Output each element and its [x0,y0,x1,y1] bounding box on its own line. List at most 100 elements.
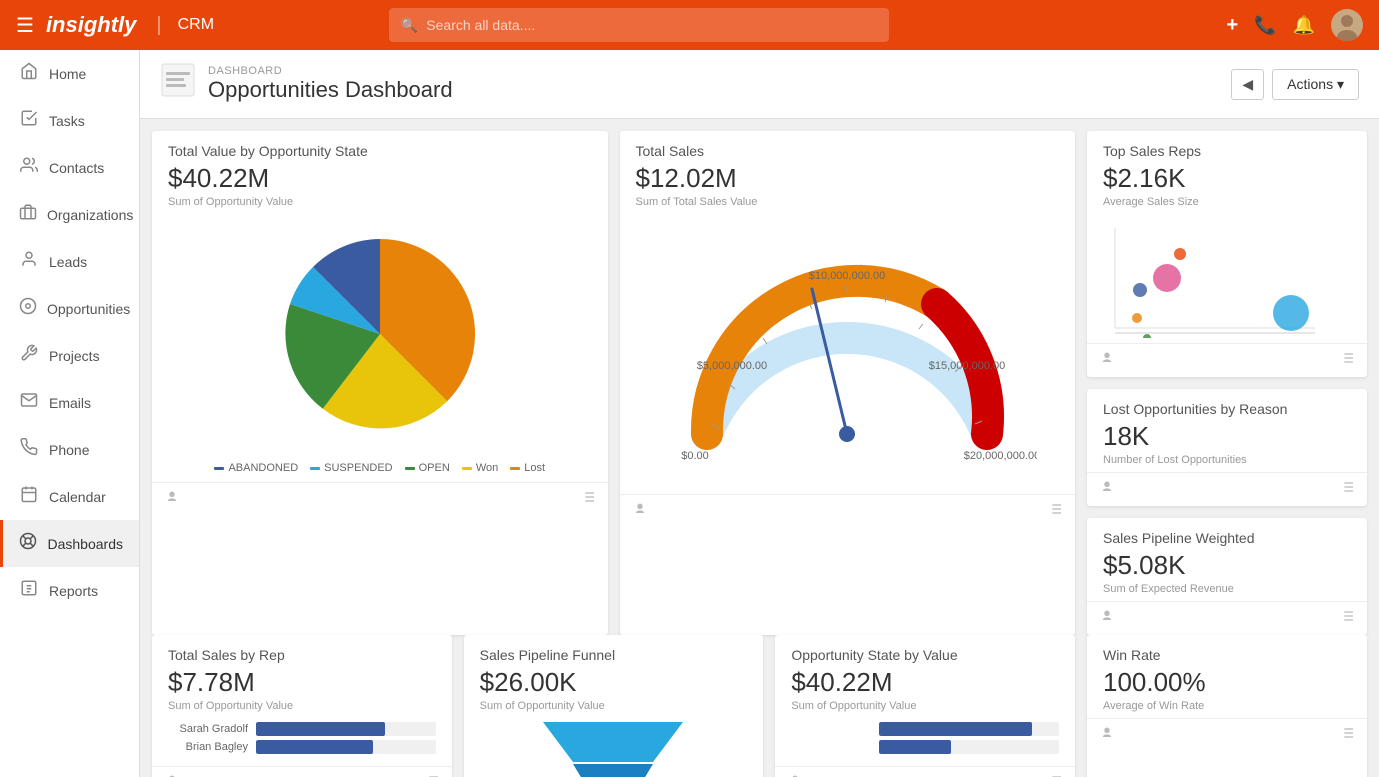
sidebar-label-calendar: Calendar [49,489,106,505]
list-icon-b1 [424,773,440,777]
search-input[interactable] [426,17,877,33]
bar-row-state2 [791,740,1059,754]
legend-dot-open [405,467,415,470]
sidebar-label-home: Home [49,66,86,82]
sidebar-item-dashboards[interactable]: Dashboards [0,520,139,567]
sidebar-item-calendar[interactable]: Calendar [0,473,139,520]
header: ☰ insightly | CRM 🔍 + 📞 🔔 [0,0,1379,50]
menu-icon[interactable]: ☰ [16,13,34,38]
page-header: DASHBOARD Opportunities Dashboard ◀ Acti… [140,50,1379,119]
scatter-chart-container [1087,214,1367,343]
avatar[interactable] [1331,9,1363,41]
pie-chart-container [152,214,608,454]
sidebar-label-reports: Reports [49,583,98,599]
sidebar-item-tasks[interactable]: Tasks [0,97,139,144]
bar-track-state1 [879,722,1059,736]
bottom1-title: Total Sales by Rep [168,647,436,663]
add-button[interactable]: + [1226,14,1238,37]
phone-icon [19,438,39,461]
chart2-value: $12.02M [636,163,1060,194]
chart2-title: Total Sales [636,143,1060,159]
legend-dot-lost [510,467,520,470]
bottom1-footer [152,766,452,777]
legend-dot-won [462,467,472,470]
sidebar-item-projects[interactable]: Projects [0,332,139,379]
svg-text:$10,000,000.00: $10,000,000.00 [809,270,885,282]
chart1-title: Total Value by Opportunity State [168,143,592,159]
bottom4-header: Win Rate 100.00% Average of Win Rate [1087,635,1367,718]
sidebar-item-leads[interactable]: Leads [0,238,139,285]
projects-icon [19,344,39,367]
sidebar-label-phone: Phone [49,442,89,458]
sales-pipeline-weighted-chart: Sales Pipeline Weighted $5.08K Sum of Ex… [1087,518,1367,635]
bottom1-subtitle: Sum of Opportunity Value [168,700,436,712]
actions-button[interactable]: Actions ▾ [1272,69,1359,100]
bar-row-sarah: Sarah Gradolf [168,722,436,736]
search-icon: 🔍 [401,17,418,34]
person-icon-b4 [1099,725,1115,746]
bottom4-value: 100.00% [1103,667,1351,698]
main-content: DASHBOARD Opportunities Dashboard ◀ Acti… [140,50,1379,777]
header-divider: | [156,14,161,37]
chart4-header: Lost Opportunities by Reason 18K Number … [1087,389,1367,472]
legend-lost: Lost [510,462,545,474]
chart1-value: $40.22M [168,163,592,194]
sidebar-item-opportunities[interactable]: Opportunities [0,285,139,332]
chart1-footer [152,482,608,516]
chart1-subtitle: Sum of Opportunity Value [168,196,592,208]
search-bar[interactable]: 🔍 [389,8,889,42]
legend-suspended: SUSPENDED [310,462,392,474]
emails-icon [19,391,39,414]
person-icon-1 [164,489,180,510]
gauge-chart-container: $0.00 $5,000,000.00 $10,000,000.00 $15,0… [620,214,1076,494]
chart3-header: Top Sales Reps $2.16K Average Sales Size [1087,131,1367,214]
sidebar-item-home[interactable]: Home [0,50,139,97]
page-header-icon [160,62,196,106]
legend-label-suspended: SUSPENDED [324,462,392,474]
total-sales-by-rep-chart: Total Sales by Rep $7.78M Sum of Opportu… [152,635,452,777]
legend-dot-suspended [310,467,320,470]
header-action-buttons: + 📞 🔔 [1226,9,1363,41]
top-sales-reps-chart: Top Sales Reps $2.16K Average Sales Size [1087,131,1367,377]
list-icon-5 [1339,608,1355,629]
leads-icon [19,250,39,273]
bottom3-subtitle: Sum of Opportunity Value [791,700,1059,712]
back-button[interactable]: ◀ [1231,69,1264,100]
person-icon-b1 [164,773,180,777]
sidebar-item-organizations[interactable]: Organizations [0,191,139,238]
chart3-value: $2.16K [1103,163,1351,194]
bottom1-body: Sarah Gradolf Brian Bagley [152,722,452,766]
chart2-header: Total Sales $12.02M Sum of Total Sales V… [620,131,1076,214]
legend-label-lost: Lost [524,462,545,474]
sidebar-label-tasks: Tasks [49,113,85,129]
tasks-icon [19,109,39,132]
sidebar-label-contacts: Contacts [49,160,104,176]
sidebar-item-reports[interactable]: Reports [0,567,139,614]
bar-track-state2 [879,740,1059,754]
sidebar-item-emails[interactable]: Emails [0,379,139,426]
home-icon [19,62,39,85]
chart5-subtitle: Sum of Expected Revenue [1103,583,1351,595]
bottom3-body [775,722,1075,766]
bottom4-footer [1087,718,1367,752]
reports-icon [19,579,39,602]
total-sales-chart: Total Sales $12.02M Sum of Total Sales V… [620,131,1076,635]
chart1-header: Total Value by Opportunity State $40.22M… [152,131,608,214]
pie-legend: ABANDONED SUSPENDED OPEN Won Lost [152,462,608,482]
bottom2-title: Sales Pipeline Funnel [480,647,748,663]
sidebar-item-phone[interactable]: Phone [0,426,139,473]
sales-pipeline-funnel-chart: Sales Pipeline Funnel $26.00K Sum of Opp… [464,635,764,777]
person-icon-5 [1099,608,1115,629]
legend-label-open: OPEN [419,462,450,474]
phone-icon[interactable]: 📞 [1254,15,1276,36]
chart2-subtitle: Sum of Total Sales Value [636,196,1060,208]
legend-won: Won [462,462,498,474]
bar-fill-state2 [879,740,951,754]
svg-text:$5,000,000.00: $5,000,000.00 [697,360,767,372]
legend-label-won: Won [476,462,498,474]
sidebar-label-dashboards: Dashboards [48,536,124,552]
bell-icon[interactable]: 🔔 [1293,15,1315,36]
bottom2-subtitle: Sum of Opportunity Value [480,700,748,712]
sidebar-item-contacts[interactable]: Contacts [0,144,139,191]
person-icon-4 [1099,479,1115,500]
